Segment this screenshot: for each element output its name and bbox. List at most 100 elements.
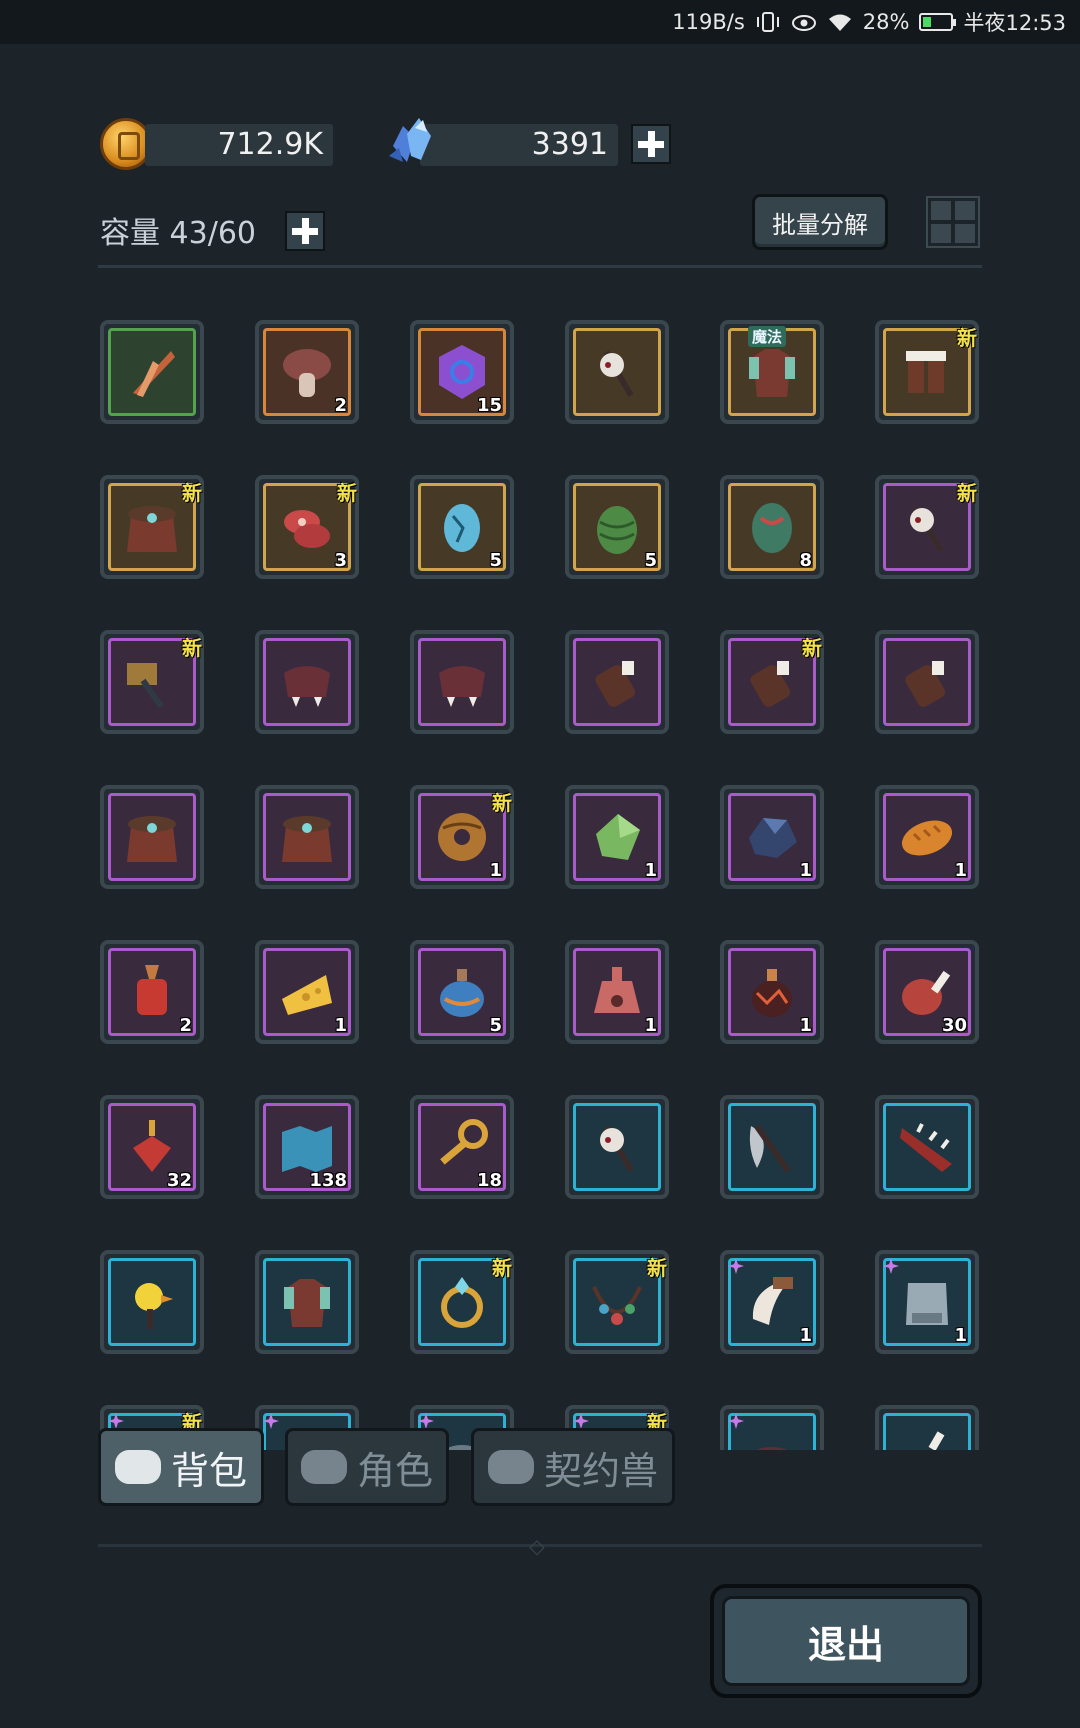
grid-view-toggle-icon[interactable] xyxy=(926,196,980,248)
item-count: 2 xyxy=(179,1015,192,1036)
inventory-slot[interactable] xyxy=(565,630,669,734)
tab-label: 背包 xyxy=(170,1448,247,1493)
inventory-slot[interactable]: 1 xyxy=(875,1250,979,1354)
inventory-slot[interactable]: 8 xyxy=(720,475,824,579)
paw-potion-icon xyxy=(594,967,640,1013)
new-item-badge: 新 xyxy=(957,481,977,505)
inventory-slot[interactable]: 5 xyxy=(565,475,669,579)
inventory-slot[interactable]: 2 xyxy=(100,940,204,1044)
drumstick-icon xyxy=(928,1431,945,1450)
collar-icon xyxy=(756,1447,788,1450)
exit-button-label: 退出 xyxy=(722,1596,970,1686)
skull-staff-icon xyxy=(600,350,634,398)
new-item-badge: 新 xyxy=(182,481,202,505)
inventory-slot[interactable] xyxy=(100,1250,204,1354)
inventory-slot[interactable]: 3新 xyxy=(255,475,359,579)
expand-capacity-button[interactable] xyxy=(285,211,325,251)
skull-staff-icon xyxy=(910,505,944,553)
inventory-slot[interactable] xyxy=(255,785,359,889)
item-count: 1 xyxy=(489,860,502,881)
inventory-slot[interactable] xyxy=(875,1095,979,1199)
character-icon xyxy=(300,1450,347,1484)
blue-egg-icon xyxy=(444,504,480,552)
gold-amount: 712.9K xyxy=(145,124,333,166)
item-count: 15 xyxy=(476,395,502,416)
exit-button[interactable]: 退出 xyxy=(710,1584,982,1698)
inventory-slot[interactable]: 1 xyxy=(720,940,824,1044)
inventory-slot[interactable] xyxy=(100,785,204,889)
inventory-slot[interactable]: 1 xyxy=(565,940,669,1044)
item-count: 32 xyxy=(166,1170,192,1191)
inventory-slot[interactable]: 1 xyxy=(565,785,669,889)
inventory-slot[interactable]: 1 xyxy=(255,940,359,1044)
item-count: 1 xyxy=(799,1325,812,1346)
inventory-slot[interactable]: 18 xyxy=(410,1095,514,1199)
inventory-slot[interactable]: 15 xyxy=(410,320,514,424)
inventory-slot[interactable]: 新 xyxy=(410,1250,514,1354)
inventory-slot[interactable] xyxy=(565,1095,669,1199)
tab-pet[interactable]: 契约兽 xyxy=(471,1428,675,1506)
robe-armor-icon xyxy=(284,1279,330,1327)
gem-amount: 3391 xyxy=(420,124,618,166)
inventory-slot[interactable]: 30 xyxy=(875,940,979,1044)
gem-crystal-icon xyxy=(389,118,431,162)
inventory-slot[interactable] xyxy=(255,630,359,734)
inventory-slot[interactable]: 新 xyxy=(100,475,204,579)
tusk-icon xyxy=(752,1277,793,1325)
add-gems-button[interactable] xyxy=(631,124,671,164)
inventory-slot[interactable]: 1 xyxy=(875,785,979,889)
inventory-slot[interactable]: 新 xyxy=(875,320,979,424)
bracer-icon xyxy=(595,661,636,707)
bag-icon xyxy=(114,1450,161,1484)
gem-ring-icon xyxy=(441,1277,483,1328)
inventory-slot[interactable]: 新 xyxy=(875,475,979,579)
ham-icon xyxy=(902,970,951,1015)
inventory-slot[interactable]: 1 xyxy=(720,1250,824,1354)
fur-cloak-icon xyxy=(282,816,332,862)
new-item-badge: 新 xyxy=(802,636,822,660)
inventory-slot[interactable] xyxy=(100,320,204,424)
inventory-slot[interactable]: 138 xyxy=(255,1095,359,1199)
new-item-badge: 新 xyxy=(492,1256,512,1280)
new-item-badge: 新 xyxy=(647,1256,667,1280)
battery-percent: 28% xyxy=(862,10,910,34)
feather-blade-icon xyxy=(133,351,175,397)
item-count: 2 xyxy=(334,395,347,416)
inventory-slot[interactable] xyxy=(875,630,979,734)
item-count: 138 xyxy=(309,1170,347,1191)
tab-character[interactable]: 角色 xyxy=(285,1428,449,1506)
lava-potion-icon xyxy=(752,969,792,1017)
status-bar: 119B/s 28% 半夜12:53 xyxy=(0,0,1080,44)
tab-bag[interactable]: 背包 xyxy=(98,1428,264,1506)
item-count: 8 xyxy=(799,550,812,571)
inventory-slot[interactable]: 新 xyxy=(720,630,824,734)
inventory-slot[interactable]: 5 xyxy=(410,940,514,1044)
fang-helm-icon xyxy=(439,666,485,707)
batch-disassemble-button[interactable]: 批量分解 xyxy=(752,194,888,250)
inventory-slot[interactable]: 1新 xyxy=(410,785,514,889)
inventory-slot[interactable] xyxy=(255,1250,359,1354)
inventory-slot[interactable]: 2 xyxy=(255,320,359,424)
inventory-slot[interactable]: 新 xyxy=(565,1250,669,1354)
inventory-slot[interactable] xyxy=(410,630,514,734)
item-count: 5 xyxy=(644,550,657,571)
fur-boots-icon xyxy=(906,351,946,393)
inventory-slot[interactable]: 魔法 xyxy=(720,320,824,424)
robe-armor-icon xyxy=(749,349,795,397)
new-item-badge: 新 xyxy=(957,326,977,350)
item-count: 5 xyxy=(489,1015,502,1036)
inventory-slot[interactable]: 32 xyxy=(100,1095,204,1199)
inventory-slot[interactable] xyxy=(720,1405,824,1450)
inventory-slot[interactable]: 新 xyxy=(100,630,204,734)
item-count: 5 xyxy=(489,550,502,571)
inventory-slot[interactable] xyxy=(720,1095,824,1199)
item-count: 1 xyxy=(644,1015,657,1036)
inventory-slot[interactable]: 1 xyxy=(720,785,824,889)
item-count: 1 xyxy=(644,860,657,881)
skull-staff-icon xyxy=(600,1125,634,1173)
inventory-slot[interactable] xyxy=(875,1405,979,1450)
inventory-slot[interactable]: 5 xyxy=(410,475,514,579)
fur-cloak-icon xyxy=(127,816,177,862)
inventory-slot[interactable] xyxy=(565,320,669,424)
cheese-icon xyxy=(282,975,332,1015)
